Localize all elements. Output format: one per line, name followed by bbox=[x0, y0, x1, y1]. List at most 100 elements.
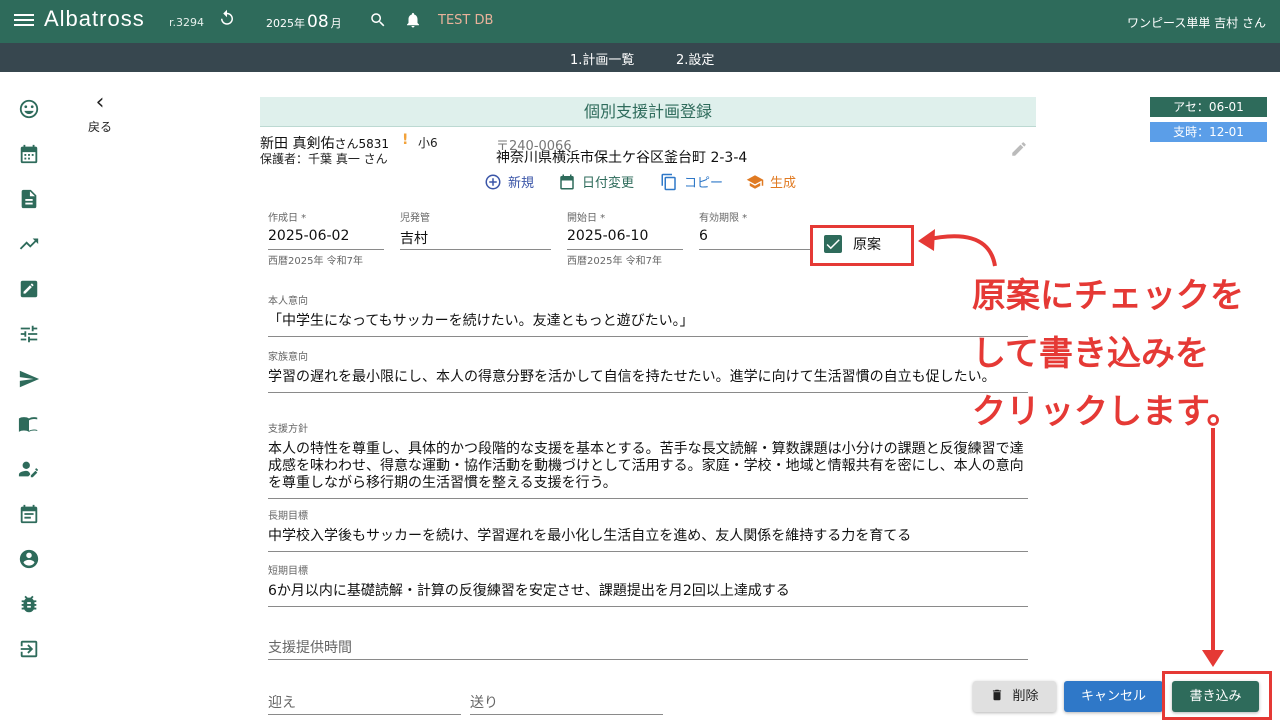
add-circle-icon bbox=[485, 174, 501, 189]
trash-icon bbox=[993, 689, 1002, 701]
left-rail bbox=[0, 72, 56, 720]
top-header: Albatross r.3294 2025年 08 月 TEST DB ワンピース単… bbox=[0, 0, 1280, 43]
search-icon[interactable] bbox=[369, 11, 387, 29]
manager-label: 児発管 bbox=[400, 213, 430, 224]
support-time-input[interactable]: 支援提供時間 bbox=[268, 637, 352, 657]
created-date-label: 作成日 * bbox=[268, 213, 307, 224]
month-selector[interactable]: 2025年 08 月 bbox=[266, 12, 342, 32]
cancel-button[interactable]: キャンセル bbox=[1064, 681, 1163, 712]
annotation-line-1: 原案にチェックを bbox=[972, 276, 1244, 316]
support-policy-label: 支援方針 bbox=[268, 424, 308, 435]
start-date-value[interactable]: 2025-06-10 bbox=[567, 228, 683, 244]
family-intent-field[interactable]: 家族意向 学習の遅れを最小限にし、本人の得意分野を活かして自信を持たせたい。進学… bbox=[268, 348, 1028, 393]
manager-value[interactable]: 吉村 bbox=[400, 228, 551, 248]
change-date-label: 日付変更 bbox=[582, 176, 635, 191]
long-term-goal-text[interactable]: 中学校入学後もサッカーを続け、学習遅れを最小化し生活自立を進め、友人関係を維持す… bbox=[268, 528, 1028, 545]
delete-label: 削除 bbox=[1012, 689, 1039, 704]
reload-icon[interactable] bbox=[218, 9, 236, 27]
person-id: 5831 bbox=[358, 137, 390, 151]
chevron-left-icon: ‹ bbox=[95, 90, 105, 115]
start-date-field[interactable]: 開始日 * 2025-06-10 西暦2025年 令和7年 bbox=[567, 209, 683, 267]
address: 神奈川県横浜市保土ケ谷区釜台町 2-3-4 bbox=[496, 150, 748, 166]
check-icon bbox=[826, 239, 840, 250]
annotation-line-3: クリックします。 bbox=[972, 392, 1241, 432]
event-icon[interactable] bbox=[18, 503, 40, 525]
page-title: 個別支援計画登録 bbox=[260, 97, 1036, 127]
calendar-icon[interactable] bbox=[18, 143, 40, 165]
short-term-goal-field[interactable]: 短期目標 6か月以内に基礎読解・計算の反復練習を安定させ、課題提出を月2回以上達… bbox=[268, 562, 1028, 607]
curved-arrow-head bbox=[918, 229, 935, 251]
draft-label[interactable]: 原案 bbox=[853, 234, 881, 254]
account-icon[interactable] bbox=[18, 548, 40, 570]
back-button[interactable]: ‹ 戻る bbox=[80, 92, 120, 135]
pickup-input[interactable]: 迎え bbox=[268, 692, 296, 712]
month-suffix: 月 bbox=[330, 17, 342, 30]
person-grade: 小6 bbox=[418, 136, 438, 150]
person-edit-icon[interactable] bbox=[18, 458, 40, 480]
tab-settings[interactable]: 2.設定 bbox=[676, 49, 714, 68]
app-brand[interactable]: Albatross bbox=[44, 6, 145, 32]
write-highlight-box bbox=[1162, 671, 1272, 720]
long-term-goal-label: 長期目標 bbox=[268, 511, 308, 522]
guardian-name: 保護者：千葉 真一 さん bbox=[260, 152, 388, 166]
pencil-icon[interactable] bbox=[1010, 140, 1028, 158]
short-term-goal-text[interactable]: 6か月以内に基礎読解・計算の反復練習を安定させ、課題提出を月2回以上達成する bbox=[268, 583, 1028, 600]
new-label: 新規 bbox=[508, 176, 535, 191]
book-icon[interactable] bbox=[18, 413, 40, 435]
family-intent-text[interactable]: 学習の遅れを最小限にし、本人の得意分野を活かして自信を持たせたい。進学に向けて生… bbox=[268, 369, 1028, 386]
edit-icon[interactable] bbox=[18, 278, 40, 300]
valid-period-label: 有効期限 * bbox=[699, 213, 748, 224]
support-policy-text[interactable]: 本人の特性を尊重し、具体的かつ段階的な支援を基本とする。苦手な長文読解・算数課題… bbox=[268, 441, 1028, 492]
tune-icon[interactable] bbox=[18, 323, 40, 345]
month-value: 08 bbox=[307, 12, 329, 32]
annotation-line-2: して書き込みを bbox=[972, 334, 1209, 374]
year-label: 2025年 bbox=[266, 17, 305, 30]
warning-icon: ! bbox=[402, 132, 409, 148]
trending-icon[interactable] bbox=[18, 233, 40, 255]
shiji-badge[interactable]: 支時：12-01 bbox=[1150, 122, 1267, 142]
valid-period-field[interactable]: 有効期限 * 6 bbox=[699, 209, 815, 250]
start-date-label: 開始日 * bbox=[567, 213, 606, 224]
dropoff-input[interactable]: 送り bbox=[470, 692, 498, 712]
copy-label: コピー bbox=[684, 176, 724, 191]
self-intent-field[interactable]: 本人意向 「中学生になってもサッカーを続けたい。友達ともっと遊びたい。」 bbox=[268, 292, 1028, 337]
generate-button[interactable]: 生成 bbox=[746, 172, 796, 191]
back-label: 戻る bbox=[87, 120, 112, 134]
start-date-hint: 西暦2025年 令和7年 bbox=[567, 256, 662, 267]
revision-label: r.3294 bbox=[169, 16, 205, 29]
copy-button[interactable]: コピー bbox=[660, 172, 723, 191]
curved-arrow bbox=[924, 234, 997, 267]
ase-badge[interactable]: アセ：06-01 bbox=[1150, 97, 1267, 117]
user-name[interactable]: ワンピース単単 吉村 さん bbox=[1127, 14, 1266, 31]
created-date-hint: 西暦2025年 令和7年 bbox=[268, 256, 363, 267]
new-button[interactable]: 新規 bbox=[484, 172, 534, 191]
smiley-icon[interactable] bbox=[18, 98, 40, 120]
generate-label: 生成 bbox=[770, 176, 797, 191]
send-icon[interactable] bbox=[18, 368, 40, 390]
long-term-goal-field[interactable]: 長期目標 中学校入学後もサッカーを続け、学習遅れを最小化し生活自立を進め、友人関… bbox=[268, 507, 1028, 552]
created-date-value[interactable]: 2025-06-02 bbox=[268, 228, 384, 244]
manager-field[interactable]: 児発管 吉村 bbox=[400, 209, 551, 250]
bell-icon[interactable] bbox=[404, 11, 422, 29]
valid-period-value[interactable]: 6 bbox=[699, 228, 815, 244]
person-honorific: さん bbox=[334, 137, 359, 151]
tab-plan-list[interactable]: 1.計画一覧 bbox=[570, 49, 634, 68]
copy-icon bbox=[661, 173, 676, 190]
db-label: TEST DB bbox=[438, 13, 494, 28]
sub-navigation: 1.計画一覧 2.設定 bbox=[0, 43, 1280, 72]
change-date-button[interactable]: 日付変更 bbox=[558, 172, 634, 191]
delete-button[interactable]: 削除 bbox=[973, 681, 1056, 712]
bug-icon[interactable] bbox=[18, 593, 40, 615]
menu-icon[interactable] bbox=[14, 11, 34, 31]
graduation-cap-icon bbox=[746, 174, 764, 189]
family-intent-label: 家族意向 bbox=[268, 352, 308, 363]
down-arrow-head bbox=[1202, 650, 1224, 667]
created-date-field[interactable]: 作成日 * 2025-06-02 西暦2025年 令和7年 bbox=[268, 209, 384, 267]
draft-checkbox[interactable] bbox=[824, 235, 842, 253]
login-icon[interactable] bbox=[18, 638, 40, 660]
calendar-small-icon bbox=[560, 174, 574, 189]
document-icon[interactable] bbox=[18, 188, 40, 210]
self-intent-label: 本人意向 bbox=[268, 296, 308, 307]
self-intent-text[interactable]: 「中学生になってもサッカーを続けたい。友達ともっと遊びたい。」 bbox=[268, 313, 1028, 330]
support-policy-field[interactable]: 支援方針 本人の特性を尊重し、具体的かつ段階的な支援を基本とする。苦手な長文読解… bbox=[268, 420, 1028, 499]
